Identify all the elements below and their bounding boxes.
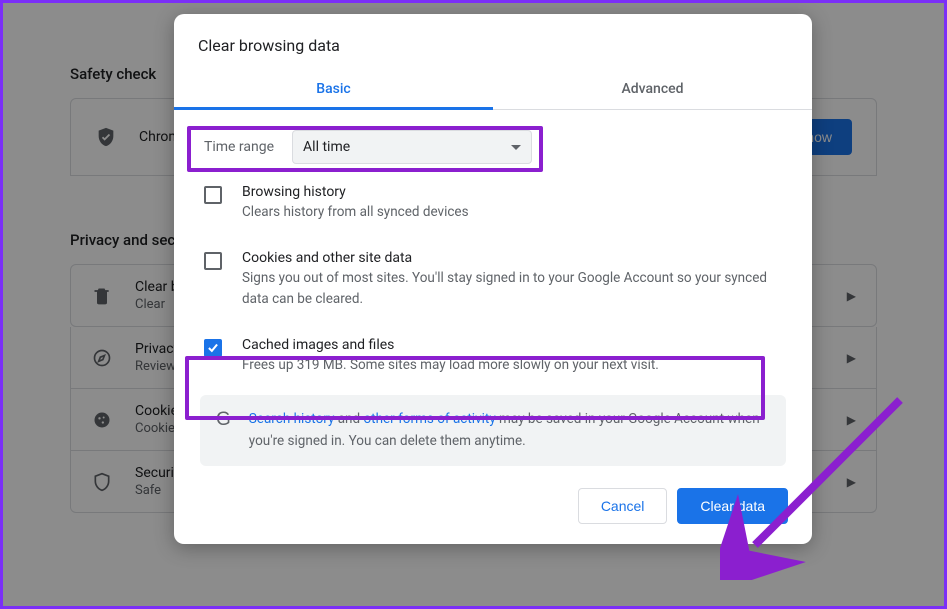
link-search-history[interactable]: Search history xyxy=(249,411,335,427)
info-message: Search history and other forms of activi… xyxy=(249,409,770,452)
time-range-select[interactable]: All time xyxy=(292,130,532,164)
clear-browsing-data-dialog: Clear browsing data Basic Advanced Time … xyxy=(174,14,812,544)
google-account-info: G Search history and other forms of acti… xyxy=(200,395,786,466)
time-range-value: All time xyxy=(303,139,350,155)
option-browsing-history[interactable]: Browsing history Clears history from all… xyxy=(194,170,792,236)
dialog-title: Clear browsing data xyxy=(174,14,812,71)
chevron-down-icon xyxy=(511,145,521,155)
option-cookies[interactable]: Cookies and other site data Signs you ou… xyxy=(194,236,792,323)
dialog-footer: Cancel Clear data xyxy=(174,482,812,524)
option-cached[interactable]: Cached images and files Frees up 319 MB.… xyxy=(194,323,792,389)
checkbox-cookies[interactable] xyxy=(204,252,222,270)
time-range-label: Time range xyxy=(204,139,274,155)
clear-data-button[interactable]: Clear data xyxy=(677,488,788,524)
tab-basic[interactable]: Basic xyxy=(174,71,493,109)
checkbox-browsing-history[interactable] xyxy=(204,186,222,204)
checkbox-cached[interactable] xyxy=(204,339,222,357)
time-range-row: Time range All time xyxy=(194,124,792,170)
google-g-icon: G xyxy=(216,409,231,452)
tab-advanced[interactable]: Advanced xyxy=(493,71,812,109)
cancel-button[interactable]: Cancel xyxy=(578,488,668,524)
dialog-tabs: Basic Advanced xyxy=(174,71,812,110)
link-other-activity[interactable]: other forms of activity xyxy=(363,411,495,427)
